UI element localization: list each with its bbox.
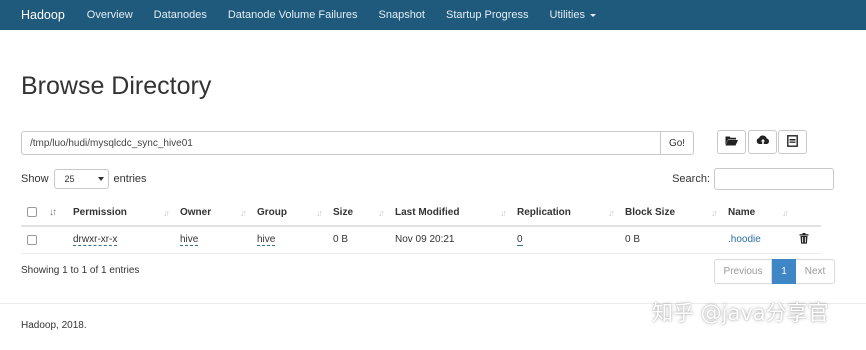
- directory-path-input[interactable]: [21, 131, 661, 155]
- page-length-select[interactable]: 25: [53, 169, 109, 189]
- search-label: Search:: [672, 173, 710, 185]
- table-header-row: ↓↑ Permission ↓↑ Owner ↓↑ Group ↓↑ Size ↓↑ L…: [21, 200, 821, 227]
- chevron-down-icon: [589, 13, 596, 17]
- replication-value[interactable]: 0: [517, 234, 523, 247]
- row-select-cell: [21, 226, 43, 254]
- column-header-owner[interactable]: Owner ↓↑: [174, 200, 251, 227]
- row-spacer-cell: [43, 226, 67, 254]
- cloud-upload-icon: [756, 135, 770, 149]
- size-cell: 0 B: [327, 226, 389, 254]
- show-label: Show: [21, 173, 49, 185]
- go-button[interactable]: Go!: [660, 131, 694, 155]
- table-row: drwxr-xr-x hive hive 0 B Nov 09 20:21 0 …: [21, 226, 821, 254]
- block-size-cell: 0 B: [619, 226, 722, 254]
- page-title: Browse Directory: [21, 72, 212, 100]
- sort-icon: ↓↑: [500, 208, 507, 218]
- pagination: Previous 1 Next: [714, 259, 835, 284]
- owner-cell: hive: [174, 226, 251, 254]
- list-icon: [787, 134, 798, 150]
- nav-item-datanodes[interactable]: Datanodes: [154, 9, 207, 21]
- file-name-link[interactable]: .hoodie: [728, 234, 761, 245]
- group-cell: hive: [251, 226, 327, 254]
- row-checkbox[interactable]: [27, 234, 37, 245]
- nav-item-utilities-dropdown[interactable]: Utilities: [550, 9, 596, 21]
- nav-item-startup-progress[interactable]: Startup Progress: [446, 9, 529, 21]
- permission-cell: drwxr-xr-x: [67, 226, 174, 254]
- footer-text: Hadoop, 2018.: [21, 320, 87, 331]
- column-label: Name: [728, 207, 756, 218]
- search-input[interactable]: [714, 168, 834, 190]
- sort-icon: ↓↑: [316, 208, 323, 218]
- replication-cell: 0: [511, 226, 619, 254]
- navbar-brand[interactable]: Hadoop: [21, 8, 65, 22]
- upload-files-button[interactable]: [748, 130, 777, 154]
- watermark: 知乎 @java分享官: [652, 301, 829, 325]
- column-label: Replication: [517, 207, 571, 218]
- column-label: Block Size: [625, 207, 676, 218]
- nav-item-overview[interactable]: Overview: [87, 9, 133, 21]
- table-info: Showing 1 to 1 of 1 entries: [21, 265, 140, 276]
- sort-icon: ↓↑: [49, 207, 57, 218]
- column-header-group[interactable]: Group ↓↑: [251, 200, 327, 227]
- permission-value[interactable]: drwxr-xr-x: [73, 234, 118, 247]
- sort-icon: ↓↑: [711, 208, 718, 218]
- next-page-button[interactable]: Next: [796, 259, 835, 284]
- table-search: Search:: [672, 168, 834, 190]
- nav-item-snapshot[interactable]: Snapshot: [379, 9, 425, 21]
- column-label: Group: [257, 207, 287, 218]
- column-label: Last Modified: [395, 207, 460, 218]
- sort-icon: ↓↑: [240, 208, 247, 218]
- page-length-value: 25: [64, 174, 75, 184]
- owner-value[interactable]: hive: [180, 234, 199, 247]
- nav-item-utilities-label: Utilities: [549, 9, 585, 21]
- page-length-control: Show 25 entries: [21, 168, 147, 190]
- create-directory-button[interactable]: [717, 130, 746, 154]
- column-header-name[interactable]: Name ↓↑: [722, 200, 793, 227]
- group-value[interactable]: hive: [257, 234, 276, 247]
- delete-button[interactable]: [799, 232, 809, 247]
- top-navbar: Hadoop Overview Datanodes Datanode Volum…: [0, 0, 866, 30]
- column-label: Permission: [73, 207, 127, 218]
- column-label: Owner: [180, 207, 212, 218]
- sort-icon: ↓↑: [163, 208, 170, 218]
- sort-icon: ↓↑: [378, 208, 385, 218]
- column-label: Size: [333, 207, 354, 218]
- page-1-button[interactable]: 1: [772, 259, 796, 284]
- sort-header[interactable]: ↓↑: [43, 200, 67, 227]
- column-header-permission[interactable]: Permission ↓↑: [67, 200, 174, 227]
- entries-label: entries: [113, 173, 147, 185]
- file-table: ↓↑ Permission ↓↑ Owner ↓↑ Group ↓↑ Size ↓↑ L…: [21, 200, 821, 254]
- name-cell: .hoodie: [722, 226, 793, 254]
- actions-cell: [793, 226, 821, 254]
- sort-icon: ↓↑: [782, 208, 789, 218]
- column-header-last-modified[interactable]: Last Modified ↓↑: [389, 200, 511, 227]
- nav-item-datanode-volume-failures[interactable]: Datanode Volume Failures: [228, 9, 358, 21]
- column-header-size[interactable]: Size ↓↑: [327, 200, 389, 227]
- column-header-block-size[interactable]: Block Size ↓↑: [619, 200, 722, 227]
- sort-icon: ↓↑: [608, 208, 615, 218]
- folder-open-icon: [725, 135, 738, 149]
- trash-icon: [799, 232, 809, 247]
- previous-page-button[interactable]: Previous: [714, 259, 772, 284]
- column-header-replication[interactable]: Replication ↓↑: [511, 200, 619, 227]
- cut-paste-button[interactable]: [778, 130, 807, 154]
- select-all-checkbox[interactable]: [27, 207, 37, 218]
- actions-header: [793, 200, 821, 227]
- chevron-down-icon: [97, 177, 104, 181]
- last-modified-cell: Nov 09 20:21: [389, 226, 511, 254]
- select-all-header: [21, 200, 43, 227]
